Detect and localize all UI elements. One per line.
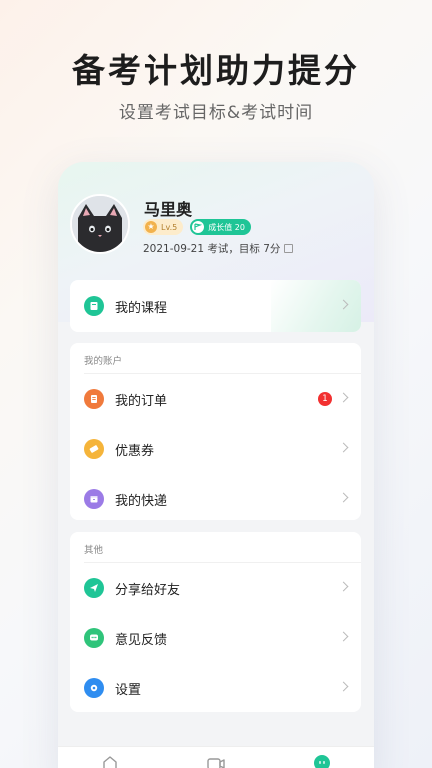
- edit-icon[interactable]: [284, 244, 294, 253]
- flag-icon: [192, 221, 205, 233]
- my-orders-row[interactable]: 我的订单 1: [70, 374, 361, 424]
- feedback-icon: [84, 628, 104, 648]
- promo-subline: 设置考试目标&考试时间: [118, 103, 314, 123]
- chevron-right-icon: [338, 492, 349, 503]
- coupon-icon: [84, 439, 104, 459]
- tab-video[interactable]: [206, 753, 226, 768]
- tab-profile[interactable]: [312, 753, 332, 768]
- tab-home[interactable]: [100, 753, 120, 768]
- promo-headline: 备考计划助力提分: [72, 51, 360, 90]
- share-icon: [84, 578, 104, 598]
- my-delivery-row[interactable]: 我的快递: [70, 474, 361, 520]
- badge-row: ★ Lv.5 成长值 20: [143, 219, 251, 235]
- share-label: 分享给好友: [115, 582, 181, 598]
- home-icon: [103, 756, 117, 768]
- settings-icon: [84, 678, 104, 698]
- my-course-label: 我的课程: [115, 300, 168, 316]
- bottom-tab-bar: [58, 746, 374, 768]
- profile-header[interactable]: 马里奥 ★ Lv.5 成长值 20 2021-09-21 考试，目标 7分: [70, 194, 360, 260]
- chevron-right-icon: [338, 681, 349, 692]
- account-section-title: 我的账户: [84, 356, 123, 367]
- chevron-right-icon: [338, 581, 349, 592]
- settings-row[interactable]: 设置: [70, 663, 361, 712]
- my-course-row[interactable]: 我的课程: [70, 281, 361, 331]
- phone-mockup: 马里奥 ★ Lv.5 成长值 20 2021-09-21 考试，目标 7分 我的: [58, 162, 374, 768]
- coupons-row[interactable]: 优惠券: [70, 424, 361, 474]
- delivery-icon: [84, 489, 104, 509]
- username: 马里奥: [144, 200, 193, 219]
- cat-avatar-icon: [72, 196, 128, 252]
- my-orders-label: 我的订单: [115, 393, 168, 409]
- avatar[interactable]: [70, 194, 130, 254]
- profile-icon: [314, 755, 330, 768]
- level-badge-label: Lv.5: [161, 222, 178, 232]
- feedback-row[interactable]: 意见反馈: [70, 613, 361, 663]
- chevron-right-icon: [338, 631, 349, 642]
- other-section: 其他 分享给好友 意见反馈 设置: [70, 532, 361, 712]
- account-section: 我的账户 我的订单 1 优惠券 我的快递: [70, 343, 361, 520]
- coupons-label: 优惠券: [115, 443, 155, 459]
- chevron-right-icon: [338, 392, 349, 403]
- exam-info-text: 2021-09-21 考试，目标 7分: [143, 243, 281, 255]
- chevron-right-icon: [338, 442, 349, 453]
- order-count-badge: 1: [318, 392, 332, 406]
- my-delivery-label: 我的快递: [115, 493, 168, 509]
- growth-badge[interactable]: 成长值 20: [190, 219, 251, 235]
- exam-info[interactable]: 2021-09-21 考试，目标 7分: [143, 241, 294, 256]
- level-badge[interactable]: ★ Lv.5: [143, 219, 184, 235]
- star-icon: ★: [145, 221, 157, 233]
- feedback-label: 意见反馈: [115, 632, 168, 648]
- chevron-right-icon: [338, 299, 349, 310]
- my-course-card[interactable]: 我的课程: [70, 280, 361, 332]
- growth-badge-label: 成长值 20: [208, 222, 245, 232]
- video-icon: [207, 758, 225, 768]
- other-section-title: 其他: [84, 545, 104, 556]
- share-row[interactable]: 分享给好友: [70, 563, 361, 613]
- book-icon: [84, 296, 104, 316]
- order-icon: [84, 389, 104, 409]
- settings-label: 设置: [115, 682, 142, 698]
